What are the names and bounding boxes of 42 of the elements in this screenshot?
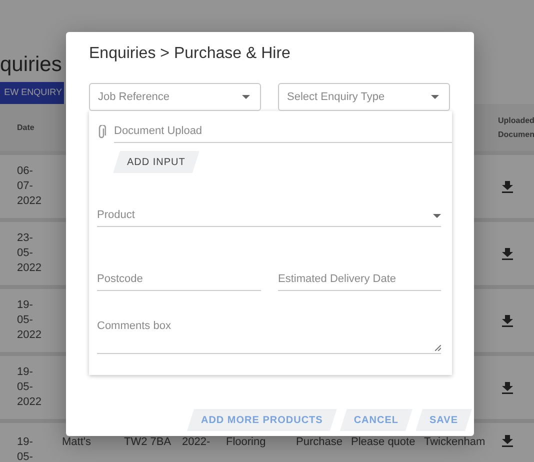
table-cell: 2022-: [182, 435, 210, 450]
input-field[interactable]: Estimated Delivery Date: [278, 269, 441, 291]
page-title: quiries: [0, 52, 62, 78]
new-enquiry-button[interactable]: EW ENQUIRY: [0, 82, 64, 104]
dropdown-field[interactable]: Job Reference: [89, 83, 261, 111]
dropdown-field[interactable]: Product: [97, 205, 441, 227]
textarea-field[interactable]: Comments box: [97, 316, 441, 354]
table-cell: 19-05-2022: [17, 298, 41, 343]
dropdown-field[interactable]: Select Enquiry Type: [278, 83, 450, 111]
dialog-button[interactable]: CANCEL: [340, 409, 412, 431]
dialog-button[interactable]: SAVE: [416, 409, 472, 431]
dialog-button[interactable]: ADD MORE PRODUCTS: [186, 409, 337, 431]
placeholder-text: Comments box: [97, 319, 171, 334]
table-cell: 19-05-2022: [17, 365, 41, 410]
table-cell: Matt's: [62, 435, 91, 450]
table-cell: Twickenham: [424, 435, 486, 450]
download-icon[interactable]: [502, 382, 513, 394]
file-upload-field[interactable]: Document Upload: [114, 121, 452, 143]
placeholder-text: Select Enquiry Type: [287, 90, 385, 105]
table-cell: Purchase: [296, 435, 342, 450]
caret-icon: [242, 95, 250, 99]
table-cell: TW2 7BA: [124, 435, 172, 450]
resize-grip-icon: [435, 345, 441, 351]
table-cell: 23-05-2022: [17, 231, 41, 276]
column-header: Date: [17, 122, 34, 132]
add-input-button[interactable]: ADD INPUT: [113, 151, 200, 173]
table-cell-text: 19-05-: [17, 435, 34, 462]
placeholder-text: Product: [97, 208, 135, 224]
input-field[interactable]: Postcode: [97, 269, 261, 291]
caret-icon: [431, 95, 439, 99]
dialog-title: Enquiries > Purchase & Hire: [89, 44, 292, 64]
placeholder-text: Postcode: [97, 272, 143, 288]
placeholder-text: Job Reference: [98, 90, 170, 105]
table-cell: Please quote: [351, 435, 416, 450]
download-icon[interactable]: [502, 248, 513, 260]
table-cell: Flooring: [226, 435, 266, 450]
download-icon[interactable]: [502, 180, 513, 192]
download-icon[interactable]: [502, 314, 513, 326]
download-icon[interactable]: [502, 435, 513, 447]
placeholder-text: Estimated Delivery Date: [278, 272, 396, 288]
paperclip-icon: [97, 125, 106, 139]
table-cell: 06-07-2022: [17, 164, 41, 209]
